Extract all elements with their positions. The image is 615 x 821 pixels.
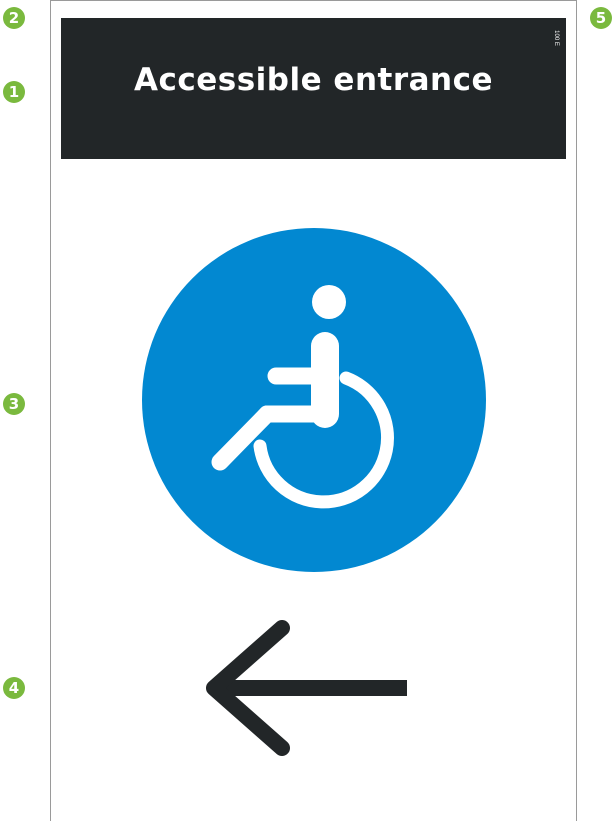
sign-header: Accessible entrance	[61, 18, 566, 159]
sign-code: 100 E	[553, 30, 559, 46]
sign-diagram: Accessible entrance 100 E 2 1 3 4 5	[0, 0, 615, 821]
callout-2: 2	[3, 7, 25, 29]
callout-5: 5	[590, 7, 612, 29]
callout-4: 4	[3, 677, 25, 699]
arrow-left-icon	[206, 620, 407, 756]
figure-head	[312, 285, 346, 319]
sign-title: Accessible entrance	[133, 62, 494, 98]
callout-1: 1	[3, 81, 25, 103]
callout-3: 3	[3, 393, 25, 415]
wheelchair-accessibility-icon	[142, 228, 486, 572]
